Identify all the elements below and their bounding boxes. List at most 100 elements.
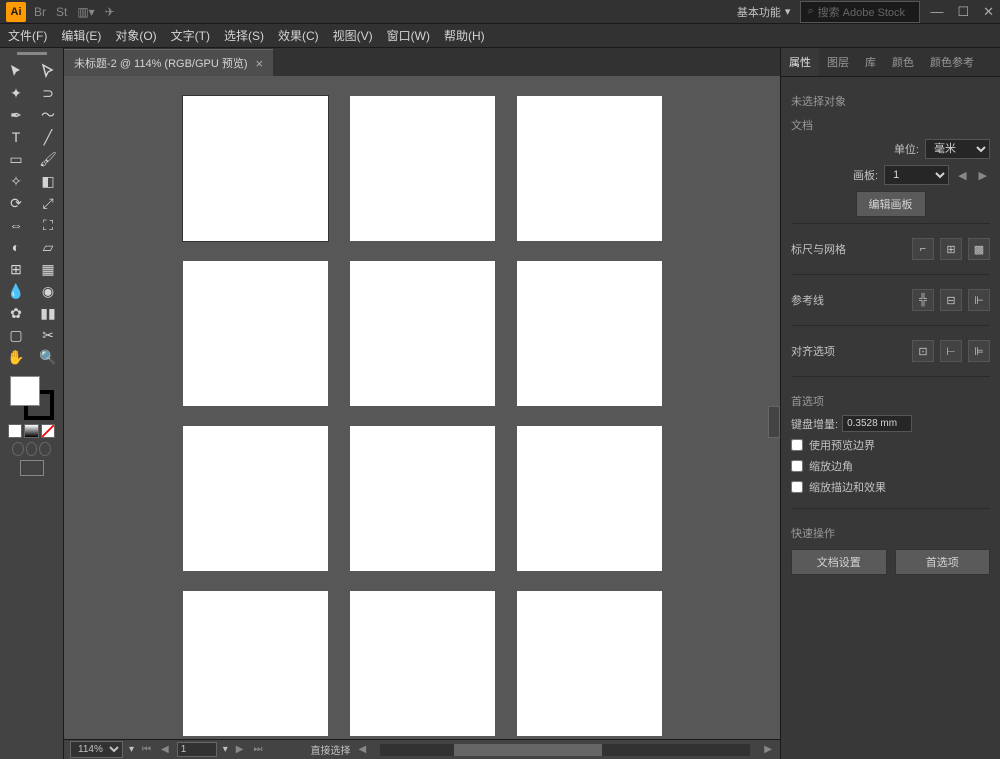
hand-tool[interactable]: ✋ — [0, 346, 32, 368]
prev-artboard-btn[interactable]: ◀ — [159, 744, 171, 755]
close-button[interactable]: ✕ — [983, 4, 994, 20]
ruler-icon[interactable]: ⌐ — [912, 238, 934, 260]
bridge-icon[interactable]: Br — [34, 5, 46, 19]
next-artboard-btn[interactable]: ▶ — [234, 744, 246, 755]
guides-visibility-icon[interactable]: ╬ — [912, 289, 934, 311]
lasso-tool[interactable]: ⊃ — [32, 82, 64, 104]
rotate-tool[interactable]: ⟳ — [0, 192, 32, 214]
stock-icon[interactable]: St — [56, 5, 67, 19]
mesh-tool[interactable]: ⊞ — [0, 258, 32, 280]
line-tool[interactable]: ╱ — [32, 126, 64, 148]
draw-behind[interactable] — [26, 442, 38, 456]
key-increment-input[interactable] — [842, 415, 912, 432]
artboard-tool[interactable]: ▢ — [0, 324, 32, 346]
next-artboard-icon[interactable]: ▶ — [976, 169, 990, 182]
free-transform-tool[interactable]: ⛶ — [32, 214, 64, 236]
close-tab-icon[interactable]: × — [256, 56, 264, 71]
pen-tool[interactable]: ✒ — [0, 104, 32, 126]
draw-inside[interactable] — [39, 442, 51, 456]
publish-icon[interactable]: ✈ — [105, 5, 115, 19]
first-artboard-btn[interactable]: ⏮ — [140, 744, 153, 755]
eyedropper-tool[interactable]: 💧 — [0, 280, 32, 302]
artboard-6[interactable] — [517, 261, 662, 406]
preferences-button[interactable]: 首选项 — [895, 549, 991, 575]
transparency-grid-icon[interactable]: ▩ — [968, 238, 990, 260]
zoom-tool[interactable]: 🔍 — [32, 346, 64, 368]
screen-mode[interactable] — [20, 460, 44, 476]
guides-lock-icon[interactable]: ⊟ — [940, 289, 962, 311]
maximize-button[interactable]: ☐ — [957, 4, 969, 20]
rectangle-tool[interactable]: ▭ — [0, 148, 32, 170]
menu-effect[interactable]: 效果(C) — [278, 27, 319, 44]
graph-tool[interactable]: ▮▮ — [32, 302, 64, 324]
artboard-select[interactable]: 1 — [884, 165, 949, 185]
menu-select[interactable]: 选择(S) — [224, 27, 264, 44]
artboard-12[interactable] — [517, 591, 662, 736]
eraser-tool[interactable]: ◧ — [32, 170, 64, 192]
symbol-sprayer-tool[interactable]: ✿ — [0, 302, 32, 324]
canvas[interactable] — [64, 76, 780, 739]
menu-help[interactable]: 帮助(H) — [444, 27, 485, 44]
type-tool[interactable]: T — [0, 126, 32, 148]
selection-tool[interactable] — [0, 60, 32, 82]
slice-tool[interactable]: ✂ — [32, 324, 64, 346]
workspace-switcher[interactable]: 基本功能 ▾ — [737, 4, 791, 20]
collapsed-panel-dock[interactable] — [768, 406, 780, 438]
curvature-tool[interactable]: 〜 — [32, 104, 64, 126]
document-setup-button[interactable]: 文档设置 — [791, 549, 887, 575]
scroll-left[interactable]: ◀ — [356, 744, 368, 755]
draw-normal[interactable] — [12, 442, 24, 456]
scroll-right[interactable]: ▶ — [762, 744, 774, 755]
minimize-button[interactable]: — — [930, 4, 943, 20]
tab-properties[interactable]: 属性 — [781, 48, 819, 76]
perspective-tool[interactable]: ▱ — [32, 236, 64, 258]
menu-edit[interactable]: 编辑(E) — [61, 27, 101, 44]
unit-select[interactable]: 毫米 — [925, 139, 990, 159]
artboard-7[interactable] — [183, 426, 328, 571]
scale-corners-checkbox[interactable] — [791, 460, 803, 472]
direct-selection-tool[interactable] — [32, 60, 64, 82]
magic-wand-tool[interactable]: ✦ — [0, 82, 32, 104]
artboard-3[interactable] — [517, 96, 662, 241]
scale-strokes-checkbox[interactable] — [791, 481, 803, 493]
tab-color[interactable]: 颜色 — [884, 48, 922, 76]
artboard-10[interactable] — [183, 591, 328, 736]
menu-type[interactable]: 文字(T) — [171, 27, 210, 44]
last-artboard-btn[interactable]: ⏭ — [251, 744, 264, 755]
artboard-2[interactable] — [350, 96, 495, 241]
snap-grid-icon[interactable]: ⊫ — [968, 340, 990, 362]
snap-point-icon[interactable]: ⊢ — [940, 340, 962, 362]
fill-stroke-swatch[interactable] — [10, 376, 54, 420]
preview-bounds-checkbox[interactable] — [791, 439, 803, 451]
arrange-icon[interactable]: ▥▾ — [77, 5, 94, 19]
menu-object[interactable]: 对象(O) — [115, 27, 156, 44]
smart-guides-icon[interactable]: ⊩ — [968, 289, 990, 311]
width-tool[interactable]: ⇔ — [0, 214, 32, 236]
search-input[interactable]: ⌕ 搜索 Adobe Stock — [800, 1, 920, 23]
gradient-mode[interactable] — [24, 424, 38, 438]
document-tab[interactable]: 未标题-2 @ 114% (RGB/GPU 预览) × — [64, 49, 273, 76]
color-mode[interactable] — [8, 424, 22, 438]
fill-swatch[interactable] — [10, 376, 40, 406]
shape-builder-tool[interactable]: ◐ — [0, 236, 32, 258]
artboard-4[interactable] — [183, 261, 328, 406]
artboard-8[interactable] — [350, 426, 495, 571]
gradient-tool[interactable]: ▦ — [32, 258, 64, 280]
zoom-select[interactable]: 114% — [70, 741, 123, 758]
menu-window[interactable]: 窗口(W) — [387, 27, 430, 44]
menu-file[interactable]: 文件(F) — [8, 27, 47, 44]
artboard-number-input[interactable] — [177, 742, 217, 757]
artboard-11[interactable] — [350, 591, 495, 736]
paintbrush-tool[interactable]: 🖌 — [32, 148, 64, 170]
artboard-1[interactable] — [183, 96, 328, 241]
prev-artboard-icon[interactable]: ◀ — [955, 169, 969, 182]
tab-color-guide[interactable]: 颜色参考 — [922, 48, 982, 76]
tab-layers[interactable]: 图层 — [819, 48, 857, 76]
menu-view[interactable]: 视图(V) — [333, 27, 373, 44]
artboard-5[interactable] — [350, 261, 495, 406]
snap-pixel-icon[interactable]: ⊡ — [912, 340, 934, 362]
shaper-tool[interactable]: ✧ — [0, 170, 32, 192]
none-mode[interactable] — [41, 424, 55, 438]
artboard-9[interactable] — [517, 426, 662, 571]
edit-artboards-button[interactable]: 编辑画板 — [856, 191, 926, 217]
